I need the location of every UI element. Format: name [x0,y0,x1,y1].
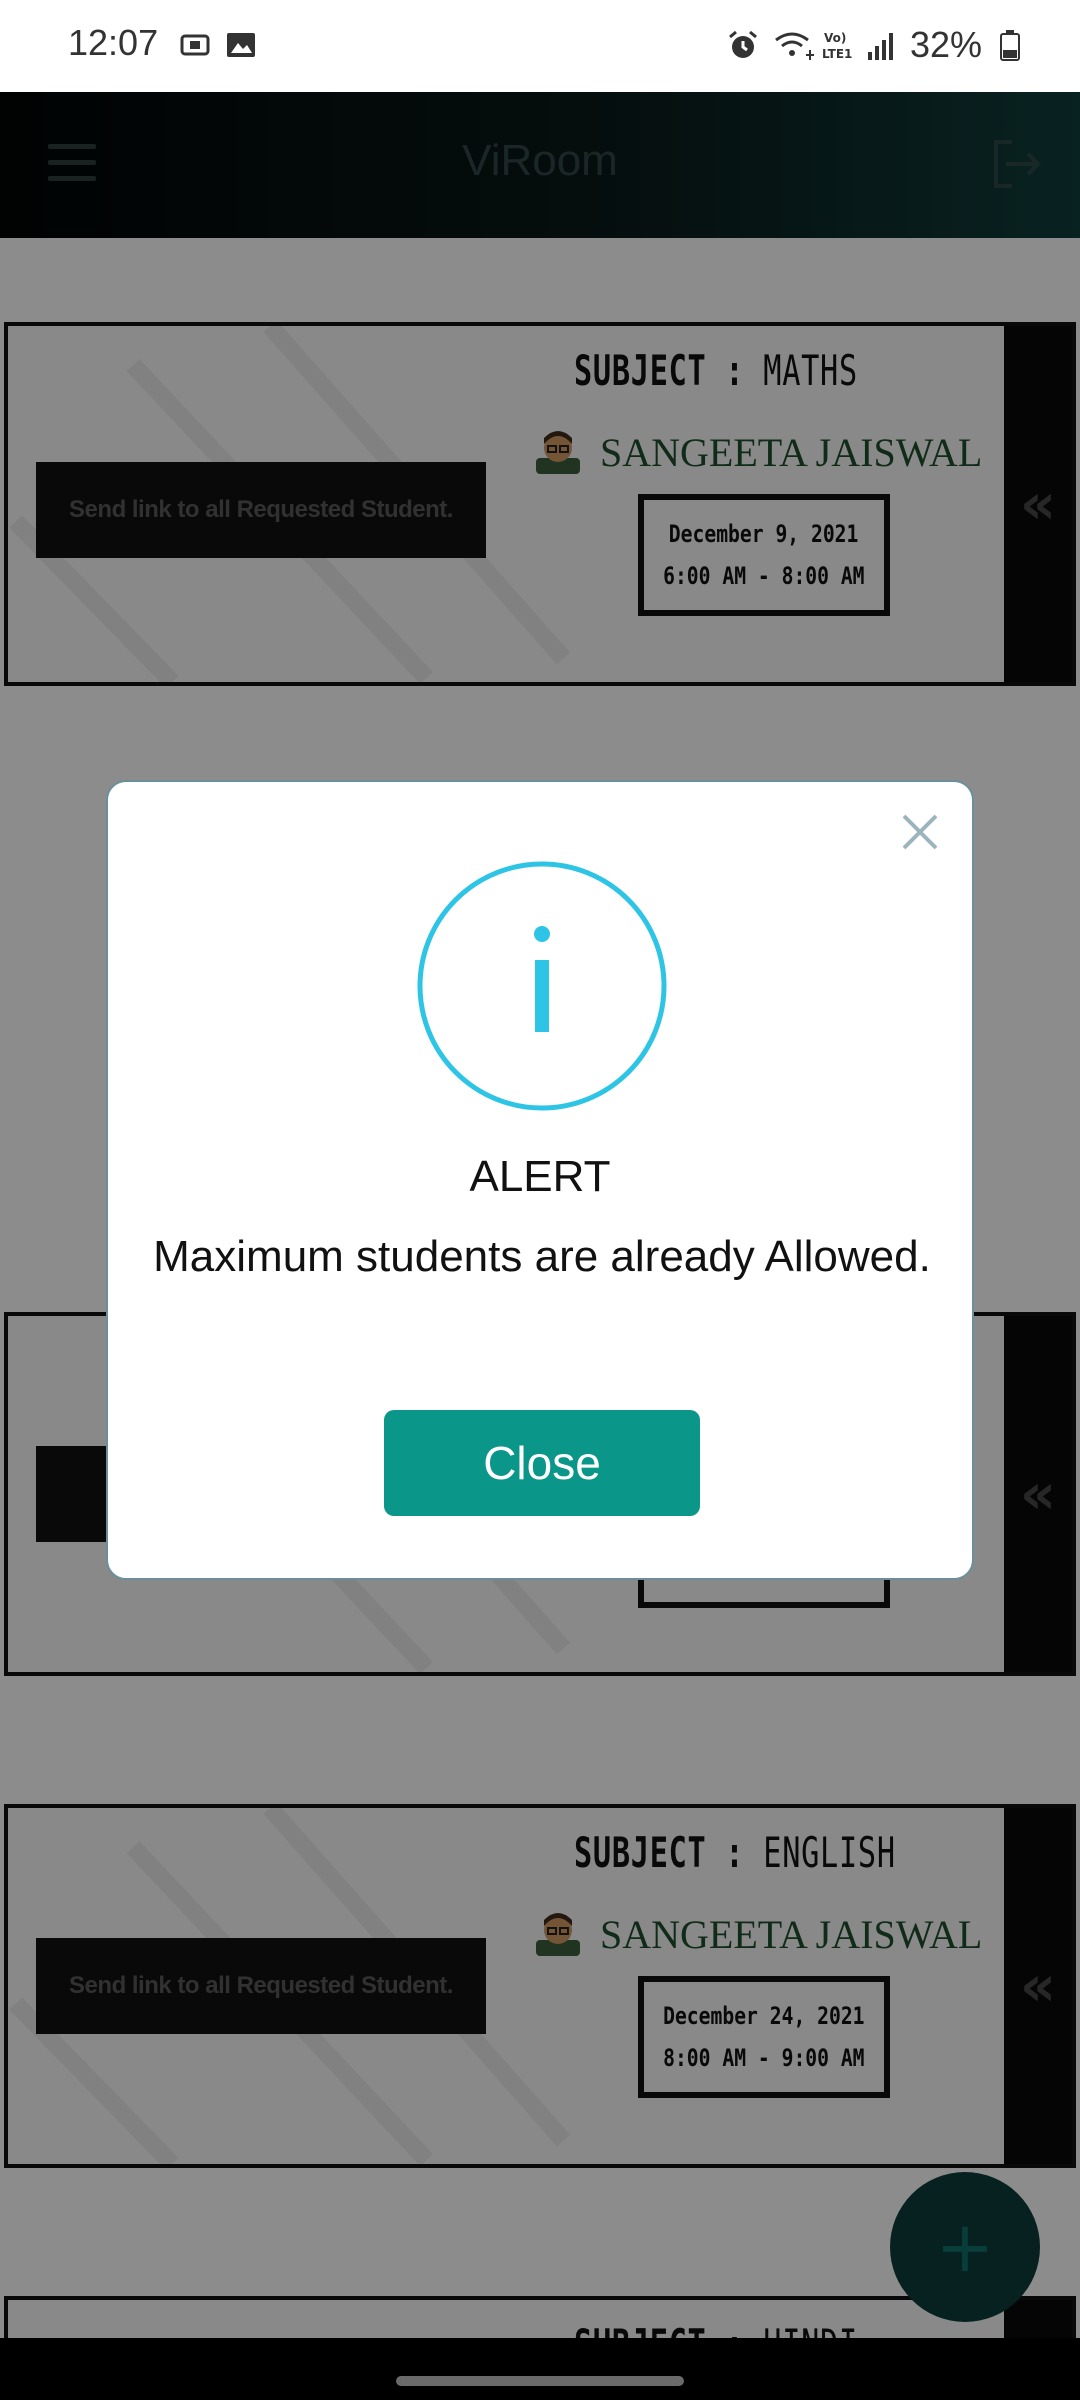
wifi-icon [775,32,814,60]
battery-icon [1000,30,1020,61]
signal-icon [868,33,893,60]
home-indicator[interactable] [396,2376,684,2386]
dialog-message: Maximum students are already Allowed. [153,1232,931,1281]
svg-text:Vo): Vo) [824,31,846,45]
alert-dialog: ALERT Maximum students are already Allow… [106,780,974,1580]
dialog-title: ALERT [469,1152,611,1201]
alarm-icon [729,30,757,58]
screenshot-icon [180,34,210,56]
close-icon[interactable] [898,810,942,854]
info-icon [417,861,667,1111]
close-button[interactable]: Close [384,1410,700,1516]
gallery-icon [227,33,255,57]
battery-percent: 32% [909,24,982,65]
status-time: 12:07 [68,22,159,63]
volte-icon: Vo) LTE1 [822,31,852,61]
status-bar: 12:07 Vo) LTE1 32% [0,0,1080,92]
svg-text:LTE1: LTE1 [822,47,852,61]
system-nav-bar [0,2338,1080,2400]
